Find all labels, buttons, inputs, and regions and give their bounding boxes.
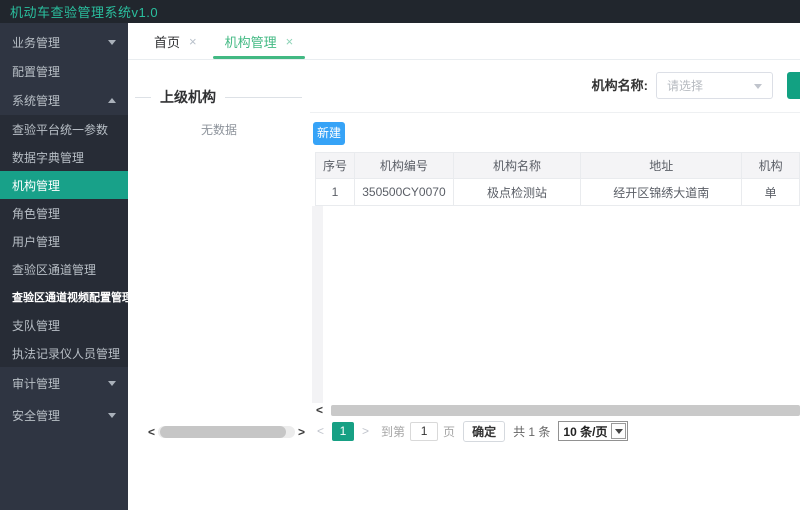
chevron-down-icon	[108, 380, 116, 386]
page-size-select[interactable]: 10 条/页	[558, 421, 629, 441]
app-title: 机动车查验管理系统v1.0	[10, 5, 159, 20]
sidebar-item-business-mgmt[interactable]: 业务管理	[0, 28, 128, 57]
sidebar-item-label: 业务管理	[12, 36, 61, 50]
sidebar-item-recorder-personnel[interactable]: 执法记录仪人员管理	[0, 339, 128, 367]
scroll-left-icon[interactable]: <	[313, 403, 326, 417]
sidebar-item-label: 系统管理	[12, 94, 61, 108]
select-placeholder: 请选择	[667, 79, 704, 93]
sidebar-item-label: 查验平台统一参数	[12, 122, 109, 137]
close-icon[interactable]: ×	[286, 34, 294, 49]
sidebar-item-label: 查验区通道管理	[12, 262, 97, 277]
divider-line	[135, 96, 151, 98]
sidebar-nav: 业务管理 配置管理 系统管理 查验平台统一参数 数据字典管理 机构管理 角色管理	[0, 23, 133, 510]
scrollbar-thumb[interactable]	[331, 404, 800, 416]
select-arrow-icon	[611, 423, 627, 439]
goto-page-label: 到第	[381, 424, 406, 439]
sidebar-item-audit-mgmt[interactable]: 审计管理	[0, 367, 128, 399]
current-page-button[interactable]: 1	[332, 421, 355, 441]
tree-empty-text: 无数据	[200, 123, 237, 137]
sidebar-item-role-mgmt[interactable]: 角色管理	[0, 199, 128, 227]
total-count-label: 共 1 条	[513, 424, 551, 439]
close-icon[interactable]: ×	[189, 34, 197, 49]
tab-home[interactable]: 首页 ×	[140, 23, 211, 59]
vertical-scrollbar-track[interactable]	[312, 206, 323, 403]
section-header: 上级机构	[135, 87, 302, 107]
sidebar-item-security-mgmt[interactable]: 安全管理	[0, 399, 128, 431]
section-title: 上级机构	[160, 89, 216, 105]
cell-org-code: 350500CY0070	[353, 178, 454, 206]
scrollbar-track[interactable]	[158, 426, 295, 438]
sidebar-item-label: 数据字典管理	[12, 150, 85, 165]
org-grid-panel: 机构名称: 请选择 新建 序号 机构编号 机构名称 地址 机构 1 350500…	[310, 60, 800, 510]
parent-org-panel: 上级机构 无数据 < >	[128, 60, 310, 510]
sidebar-item-config-mgmt[interactable]: 配置管理	[0, 57, 128, 86]
sidebar-item-user-mgmt[interactable]: 用户管理	[0, 227, 128, 255]
sidebar-item-org-mgmt[interactable]: 机构管理	[0, 171, 128, 199]
pagination-bar: < 1 > 到第 页 确定 共 1 条 10 条/页	[313, 420, 629, 442]
tab-label: 首页	[154, 34, 181, 50]
chevron-down-icon	[108, 412, 116, 418]
page-size-value: 10 条/页	[563, 424, 608, 439]
cell-org-name: 极点检测站	[452, 178, 582, 206]
sidebar-item-data-dictionary[interactable]: 数据字典管理	[0, 143, 128, 171]
divider-line	[225, 96, 302, 98]
sidebar-item-detachment-mgmt[interactable]: 支队管理	[0, 311, 128, 339]
new-button[interactable]: 新建	[313, 122, 345, 145]
scroll-right-icon[interactable]: >	[295, 425, 308, 439]
chevron-up-icon	[108, 98, 116, 103]
main-content: 首页 × 机构管理 × 上级机构 无数据 < > 机构名称: 请选择 新建 序号…	[128, 23, 800, 510]
sidebar-bottom-group: 审计管理 安全管理	[0, 367, 128, 431]
app-window: 机动车查验管理系统v1.0 业务管理 配置管理 系统管理 查验平台统一参数 数据…	[0, 0, 800, 510]
sidebar-item-label: 配置管理	[12, 65, 61, 79]
table-row[interactable]: 1 350500CY0070 极点检测站 经开区锦绣大道南 单	[315, 178, 800, 206]
col-header-org-type: 机构	[741, 152, 800, 179]
sidebar-item-label: 机构管理	[12, 178, 61, 193]
tab-bar: 首页 × 机构管理 ×	[128, 23, 800, 60]
title-bar: 机动车查验管理系统v1.0	[0, 0, 800, 23]
sidebar-item-platform-params[interactable]: 查验平台统一参数	[0, 115, 128, 143]
sidebar-item-system-mgmt[interactable]: 系统管理	[0, 86, 128, 115]
confirm-button[interactable]: 确定	[463, 420, 506, 442]
search-button[interactable]	[787, 72, 800, 99]
org-table: 序号 机构编号 机构名称 地址 机构 1 350500CY0070 极点检测站 …	[315, 152, 800, 206]
table-header-row: 序号 机构编号 机构名称 地址 机构	[315, 152, 800, 179]
page-unit-label: 页	[443, 424, 456, 439]
sidebar-item-label: 执法记录仪人员管理	[12, 346, 121, 361]
cell-address: 经开区锦绣大道南	[580, 178, 743, 206]
tree-horizontal-scrollbar: < >	[145, 425, 308, 439]
col-header-index: 序号	[315, 152, 355, 179]
sidebar-item-label: 审计管理	[12, 376, 61, 391]
divider-line	[310, 112, 800, 113]
sidebar-system-submenu: 查验平台统一参数 数据字典管理 机构管理 角色管理 用户管理 查验区通道管理 查…	[0, 115, 133, 367]
chevron-down-icon	[108, 40, 116, 45]
org-name-select[interactable]: 请选择	[656, 72, 773, 99]
next-page-icon[interactable]: >	[358, 424, 373, 438]
sidebar-item-channel-mgmt[interactable]: 查验区通道管理	[0, 255, 128, 283]
col-header-org-code: 机构编号	[353, 152, 454, 179]
sidebar-item-channel-video-config[interactable]: 查验区通道视频配置管理	[0, 283, 133, 311]
prev-page-icon[interactable]: <	[313, 424, 328, 438]
grid-horizontal-scrollbar: <	[313, 403, 800, 417]
org-name-label: 机构名称:	[591, 78, 648, 93]
chevron-down-icon	[754, 84, 762, 89]
tab-label: 机构管理	[224, 34, 277, 50]
col-header-org-name: 机构名称	[452, 152, 582, 179]
tab-org-mgmt[interactable]: 机构管理 ×	[211, 23, 308, 59]
goto-page-input[interactable]	[410, 421, 439, 441]
sidebar-top-group: 业务管理 配置管理 系统管理	[0, 23, 128, 115]
sidebar-item-label: 角色管理	[12, 206, 61, 221]
cell-org-type: 单	[741, 178, 800, 206]
sidebar-item-label: 查验区通道视频配置管理	[12, 292, 133, 304]
col-header-address: 地址	[580, 152, 743, 179]
scroll-left-icon[interactable]: <	[145, 425, 158, 439]
scrollbar-thumb[interactable]	[160, 426, 287, 438]
sidebar-item-label: 用户管理	[12, 234, 61, 249]
cell-index: 1	[315, 178, 355, 206]
sidebar-item-label: 支队管理	[12, 318, 61, 333]
sidebar-item-label: 安全管理	[12, 408, 61, 423]
